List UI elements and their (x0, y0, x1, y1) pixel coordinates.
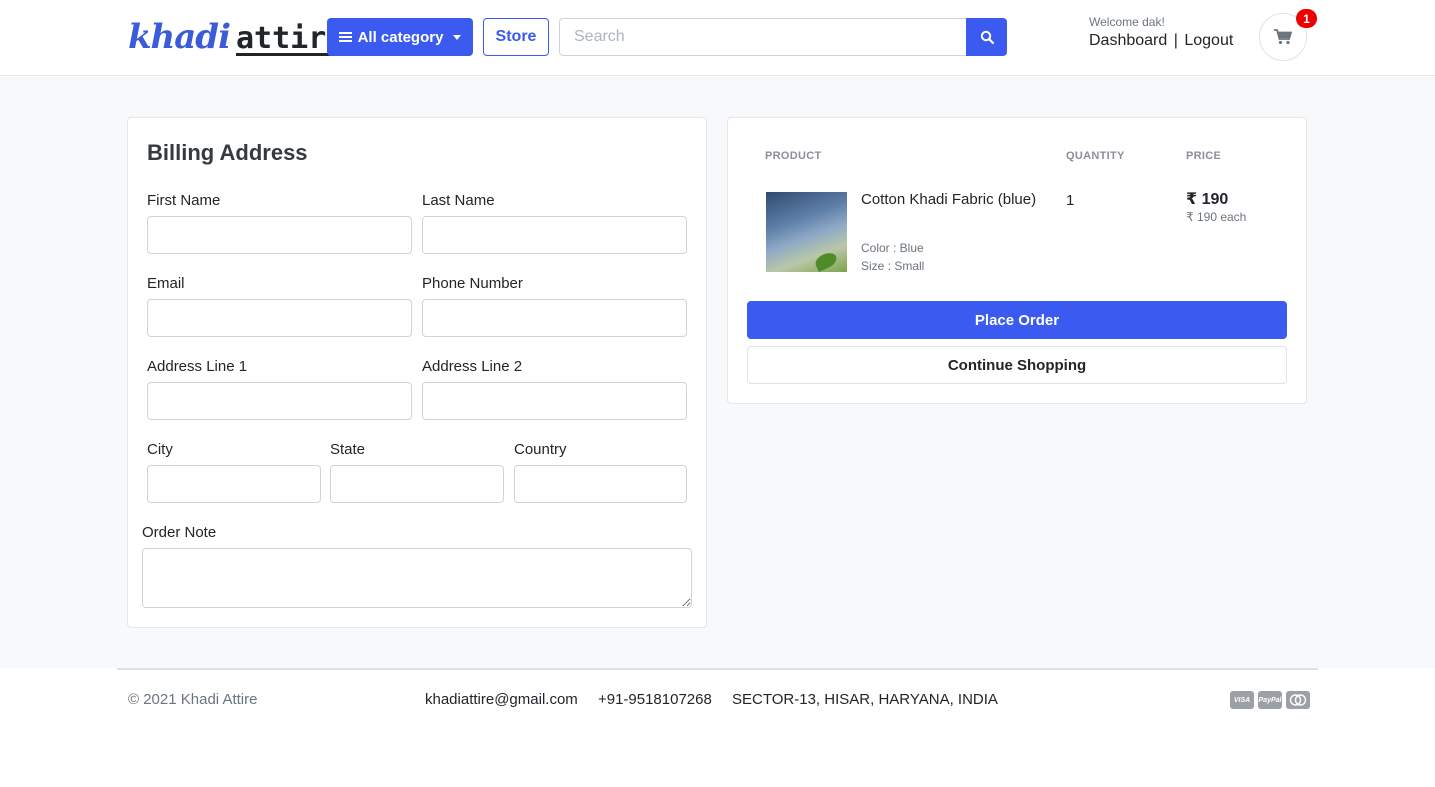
footer-contacts: khadiattire@gmail.com +91-9518107268 SEC… (425, 691, 1014, 708)
product-color: Color : Blue (861, 241, 924, 255)
all-category-label: All category (357, 28, 444, 46)
country-input[interactable] (514, 465, 687, 503)
menu-icon (338, 32, 352, 42)
phone-input[interactable] (422, 299, 687, 337)
first-name-label: First Name (147, 192, 221, 209)
last-name-label: Last Name (422, 192, 495, 209)
billing-address-card: Billing Address First Name Last Name Ema… (127, 117, 707, 628)
product-quantity: 1 (1066, 192, 1075, 209)
product-price: ₹ 190 (1186, 191, 1229, 208)
product-column-header: PRODUCT (765, 150, 822, 162)
site-logo[interactable]: khadi attire (128, 17, 345, 57)
payment-icons: VISA PayPal (1230, 691, 1310, 709)
logo-part-khadi: khadi (128, 17, 231, 57)
place-order-button[interactable]: Place Order (747, 301, 1287, 339)
last-name-input[interactable] (422, 216, 687, 254)
state-label: State (330, 441, 366, 458)
leaf-decoration (813, 250, 839, 272)
link-separator: | (1173, 32, 1178, 49)
store-button[interactable]: Store (483, 18, 549, 56)
product-thumbnail[interactable] (766, 192, 847, 272)
search-button[interactable] (966, 18, 1007, 56)
product-size: Size : Small (861, 259, 925, 273)
city-input[interactable] (147, 465, 321, 503)
search-icon (980, 30, 994, 44)
footer-email[interactable]: khadiattire@gmail.com (425, 691, 578, 708)
search-input[interactable] (559, 18, 967, 56)
mastercard-icon (1286, 691, 1310, 709)
continue-shopping-button[interactable]: Continue Shopping (747, 346, 1287, 384)
quantity-column-header: QUANTITY (1066, 150, 1125, 162)
checkout-main: Billing Address First Name Last Name Ema… (0, 77, 1435, 668)
welcome-text: Welcome dak! (1089, 15, 1165, 29)
cart-count-badge: 1 (1296, 9, 1317, 28)
address-line2-label: Address Line 2 (422, 358, 523, 375)
order-summary-card: PRODUCT QUANTITY PRICE Cotton Khadi Fabr… (727, 117, 1307, 404)
order-note-textarea[interactable] (142, 548, 692, 608)
billing-title: Billing Address (147, 140, 308, 165)
address-line1-input[interactable] (147, 382, 412, 420)
all-category-button[interactable]: All category (327, 18, 473, 56)
email-label: Email (147, 275, 185, 292)
price-column-header: PRICE (1186, 150, 1222, 162)
order-note-label: Order Note (142, 524, 217, 541)
phone-label: Phone Number (422, 275, 523, 292)
footer-phone[interactable]: +91-9518107268 (598, 691, 712, 708)
address-line2-input[interactable] (422, 382, 687, 420)
first-name-input[interactable] (147, 216, 412, 254)
copyright-text: © 2021 Khadi Attire (128, 691, 258, 708)
logout-link[interactable]: Logout (1184, 32, 1233, 49)
footer-divider (117, 668, 1318, 670)
country-label: Country (514, 441, 567, 458)
address-line1-label: Address Line 1 (147, 358, 248, 375)
caret-down-icon (453, 34, 462, 40)
visa-icon: VISA (1230, 691, 1254, 709)
footer-address: SECTOR-13, HISAR, HARYANA, INDIA (732, 691, 998, 708)
user-links: Dashboard | Logout (1089, 32, 1233, 50)
product-name-link[interactable]: Cotton Khadi Fabric (blue) (861, 189, 1051, 211)
product-unit-price: ₹ 190 each (1186, 210, 1247, 224)
city-label: City (147, 441, 173, 458)
email-input[interactable] (147, 299, 412, 337)
site-header: khadi attire All category Store Welcome … (0, 0, 1435, 76)
paypal-icon: PayPal (1258, 691, 1282, 709)
cart-icon (1274, 29, 1292, 45)
state-input[interactable] (330, 465, 504, 503)
dashboard-link[interactable]: Dashboard (1089, 32, 1167, 49)
